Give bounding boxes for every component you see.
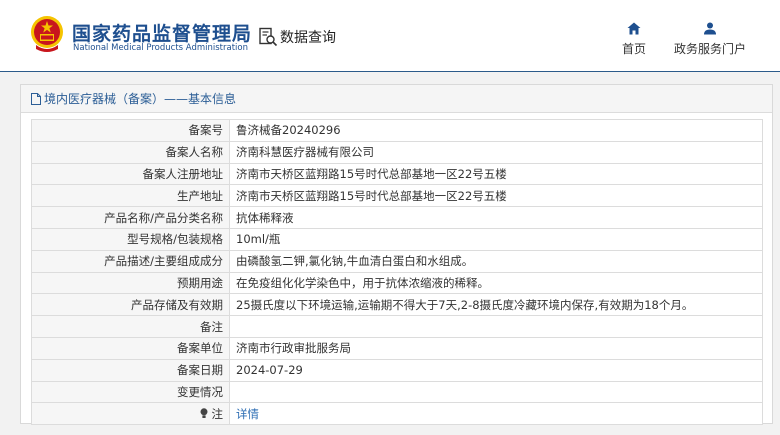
row-label: 备案人注册地址 <box>31 162 230 186</box>
table-row: 备注 <box>31 315 763 338</box>
row-label: 变更情况 <box>31 380 230 404</box>
row-value: 2024-07-29 <box>229 358 763 382</box>
basic-info-panel: 境内医疗器械（备案）——基本信息 备案号 鲁济械备20240296 备案人名称 济南… <box>20 84 773 426</box>
row-value <box>229 315 763 338</box>
data-query-label: 数据查询 <box>280 30 336 46</box>
table-row: 备案单位 济南市行政审批服务局 <box>31 336 763 360</box>
note-row: 注 详情 <box>31 402 763 426</box>
row-label: 产品存储及有效期 <box>31 293 230 317</box>
document-search-icon <box>259 27 278 47</box>
table-row: 型号规格/包装规格 10ml/瓶 <box>31 227 763 251</box>
row-value: 由磷酸氢二钾,氯化钠,牛血清白蛋白和水组成。 <box>229 249 763 273</box>
table-row: 产品名称/产品分类名称 抗体稀释液 <box>31 206 763 229</box>
note-label: 注 <box>211 406 224 421</box>
table-row: 备案号 鲁济械备20240296 <box>31 119 763 142</box>
note-label-cell: 注 <box>31 402 230 426</box>
user-icon <box>704 22 716 35</box>
site-header: 国家药品监督管理局 National Medical Products Admi… <box>0 0 780 72</box>
nav-service-portal-label: 政务服务门户 <box>673 42 746 56</box>
panel-title: 境内医疗器械（备案）——基本信息 <box>44 92 237 106</box>
nav-service-portal[interactable]: 政务服务门户 <box>668 22 752 57</box>
data-query-link[interactable]: 数据查询 <box>258 27 336 47</box>
table-row: 产品描述/主要组成成分 由磷酸氢二钾,氯化钠,牛血清白蛋白和水组成。 <box>31 249 763 273</box>
info-table: 备案号 鲁济械备20240296 备案人名称 济南科慧医疗器械有限公司 备案人注册地… <box>31 119 763 426</box>
row-value: 在免疫组化化学染色中，用于抗体浓缩液的稀释。 <box>229 271 763 295</box>
row-label: 预期用途 <box>31 271 230 295</box>
row-label: 备案单位 <box>31 336 230 360</box>
row-label: 生产地址 <box>31 184 230 208</box>
national-emblem-icon <box>31 16 63 52</box>
row-label: 产品描述/主要组成成分 <box>31 249 230 273</box>
row-value: 抗体稀释液 <box>229 206 763 229</box>
panel-header: 境内医疗器械（备案）——基本信息 <box>21 85 772 113</box>
org-name-cn[interactable]: 国家药品监督管理局 <box>72 19 252 46</box>
row-label: 备注 <box>31 315 230 338</box>
nav-home[interactable]: 首页 <box>616 22 652 57</box>
table-row: 生产地址 济南市天桥区蓝翔路15号时代总部基地一区22号五楼 <box>31 184 763 208</box>
row-label: 备案日期 <box>31 358 230 382</box>
table-row: 预期用途 在免疫组化化学染色中，用于抗体浓缩液的稀释。 <box>31 271 763 295</box>
home-icon <box>627 22 641 35</box>
row-value: 济南科慧医疗器械有限公司 <box>229 140 763 164</box>
row-value: 25摄氏度以下环境运输,运输期不得大于7天,2-8摄氏度冷藏环境内保存,有效期为… <box>229 293 763 317</box>
bulb-icon <box>200 408 208 418</box>
row-value: 10ml/瓶 <box>229 227 763 251</box>
table-row: 备案日期 2024-07-29 <box>31 358 763 382</box>
detail-link[interactable]: 详情 <box>236 407 259 421</box>
row-label: 型号规格/包装规格 <box>31 227 230 251</box>
row-label: 备案号 <box>31 119 230 142</box>
document-icon <box>31 92 41 105</box>
nav-home-label: 首页 <box>621 42 646 56</box>
row-value: 济南市天桥区蓝翔路15号时代总部基地一区22号五楼 <box>229 184 763 208</box>
note-value-cell: 详情 <box>229 402 763 426</box>
row-value: 济南市天桥区蓝翔路15号时代总部基地一区22号五楼 <box>229 162 763 186</box>
table-row: 备案人注册地址 济南市天桥区蓝翔路15号时代总部基地一区22号五楼 <box>31 162 763 186</box>
row-label: 产品名称/产品分类名称 <box>31 206 230 229</box>
table-row: 备案人名称 济南科慧医疗器械有限公司 <box>31 140 763 164</box>
org-name-en: National Medical Products Administration <box>73 43 248 53</box>
table-row: 变更情况 <box>31 380 763 404</box>
row-value: 济南市行政审批服务局 <box>229 336 763 360</box>
row-label: 备案人名称 <box>31 140 230 164</box>
row-value <box>229 380 763 404</box>
row-value: 鲁济械备20240296 <box>229 119 763 142</box>
table-row: 产品存储及有效期 25摄氏度以下环境运输,运输期不得大于7天,2-8摄氏度冷藏环境… <box>31 293 763 317</box>
